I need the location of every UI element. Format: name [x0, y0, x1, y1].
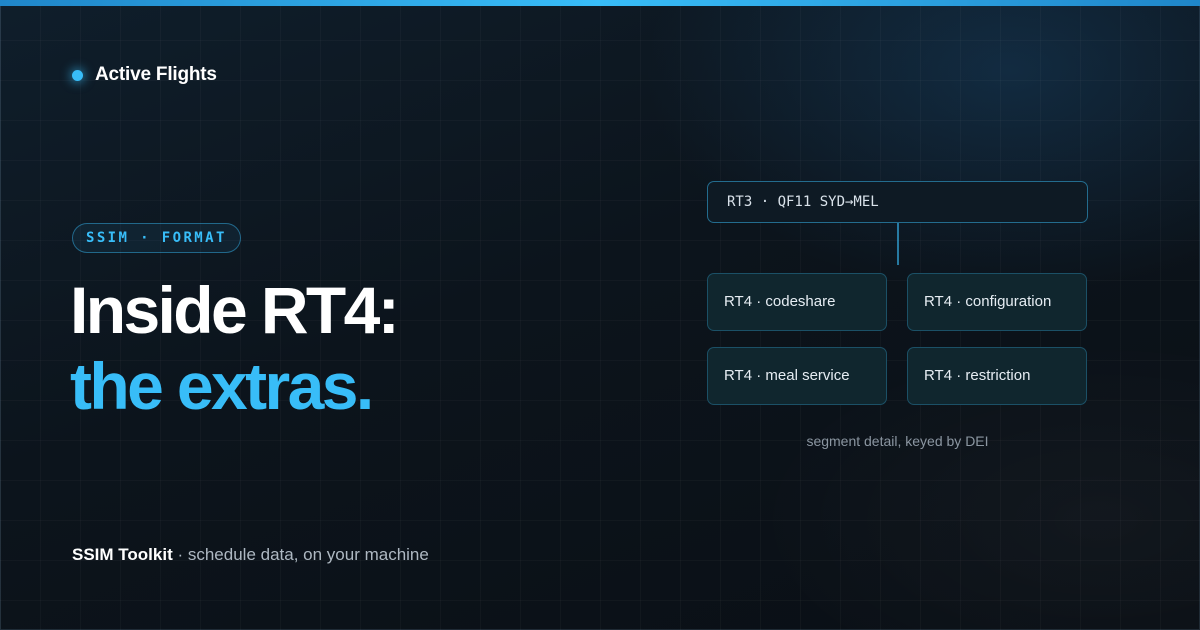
rt3-record-box: RT3 · QF11 SYD→MEL — [707, 181, 1088, 223]
headline-line-2: the extras. — [70, 349, 374, 423]
topic-pill: SSIM · FORMAT — [72, 223, 241, 253]
rt4-card-restriction: RT4 · restriction — [907, 347, 1087, 405]
headline-line-1: Inside RT4: — [70, 273, 400, 347]
footer-tagline: · schedule data, on your machine — [172, 545, 429, 564]
headline: Inside RT4: the extras. — [70, 272, 400, 424]
brand: Active Flights — [72, 64, 217, 86]
status-dot-icon — [72, 69, 83, 81]
rt4-card-codeshare: RT4 · codeshare — [707, 273, 887, 331]
footer: SSIM Toolkit · schedule data, on your ma… — [72, 545, 429, 565]
diagram-connector — [897, 223, 899, 265]
footer-product: SSIM Toolkit — [72, 545, 173, 564]
brand-name: Active Flights — [95, 64, 217, 85]
rt4-card-configuration: RT4 · configuration — [907, 273, 1087, 331]
accent-top-bar — [0, 0, 1200, 6]
diagram-caption: segment detail, keyed by DEI — [806, 433, 989, 449]
rt4-card-meal-service: RT4 · meal service — [707, 347, 887, 405]
